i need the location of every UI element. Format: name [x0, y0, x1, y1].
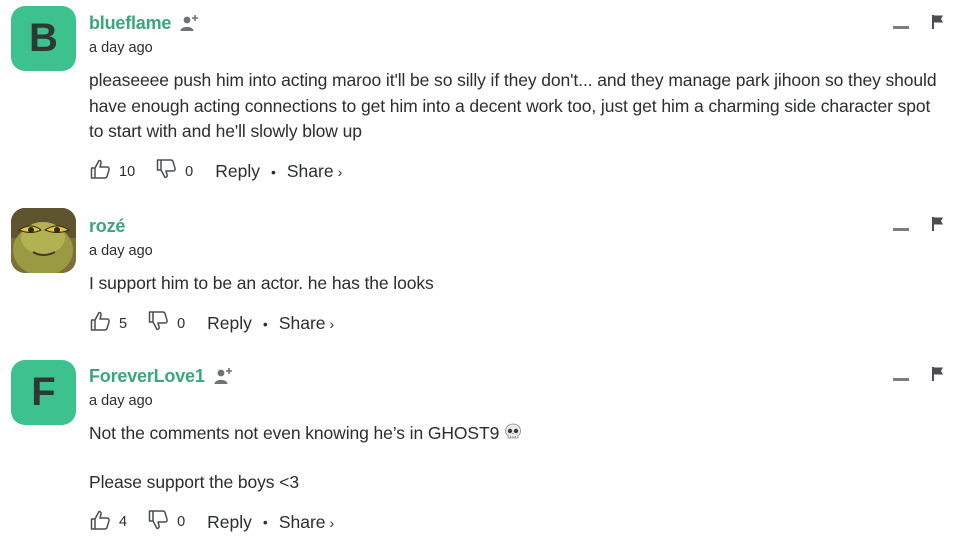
upvote-button[interactable]: 5 [89, 310, 127, 337]
thumbs-down-icon [147, 509, 169, 536]
chevron-right-icon: › [337, 164, 343, 180]
downvote-count: 0 [177, 315, 186, 332]
collapse-button[interactable] [893, 26, 909, 29]
timestamp[interactable]: a day ago [89, 40, 943, 60]
avatar[interactable]: B [11, 6, 76, 71]
reply-button[interactable]: Reply [215, 161, 260, 182]
upvote-button[interactable]: 4 [89, 509, 127, 536]
flag-icon[interactable] [931, 14, 945, 35]
comment: F ForeverLove1 a day ago Not the comment… [0, 350, 963, 537]
share-label: Share [278, 511, 326, 532]
comment-corner-actions [893, 216, 945, 237]
downvote-count: 0 [185, 163, 194, 180]
collapse-button[interactable] [893, 228, 909, 231]
flag-icon[interactable] [931, 216, 945, 237]
comment-body: rozé a day ago I support him to be an ac… [89, 213, 943, 337]
collapse-button[interactable] [893, 378, 909, 381]
downvote-button[interactable]: 0 [155, 158, 193, 185]
chevron-right-icon: › [329, 316, 335, 332]
avatar-letter: B [29, 16, 58, 60]
comment-paragraph: pleaseeee push him into acting maroo it'… [89, 70, 937, 141]
separator-dot: • [262, 315, 268, 332]
add-user-icon[interactable] [213, 365, 235, 387]
add-user-icon[interactable] [179, 12, 201, 34]
comment-paragraph: I support him to be an actor. he has the… [89, 273, 434, 293]
thumbs-up-icon [89, 158, 111, 185]
comment-body: blueflame a day ago pleaseeee push him i… [89, 10, 943, 185]
username[interactable]: blueflame [89, 13, 171, 34]
separator-dot: • [262, 514, 268, 530]
comment: rozé a day ago I support him to be an ac… [0, 200, 963, 350]
comment-text: pleaseeee push him into acting maroo it'… [89, 68, 943, 145]
comment-body: ForeverLove1 a day ago Not the comments … [89, 363, 943, 535]
thumbs-down-icon [147, 310, 169, 337]
avatar-letter: F [31, 370, 56, 414]
share-button[interactable]: Share › [287, 161, 342, 182]
username[interactable]: ForeverLove1 [89, 366, 205, 387]
share-button[interactable]: Share › [279, 512, 334, 533]
upvote-count: 5 [119, 315, 128, 332]
comment-paragraph: Please support the boys <3 [89, 471, 299, 492]
comment-paragraph: Not the comments not even knowing he’s i… [89, 421, 943, 450]
reply-button[interactable]: Reply [207, 313, 252, 334]
thumbs-up-icon [89, 310, 111, 337]
timestamp[interactable]: a day ago [89, 393, 943, 413]
comment-actions: 4 0 Reply • Share › [89, 509, 943, 535]
comment-header: rozé [89, 213, 943, 239]
share-label: Share [286, 161, 334, 181]
comment-header: blueflame [89, 10, 943, 36]
flag-icon[interactable] [931, 366, 945, 387]
share-button[interactable]: Share › [279, 313, 334, 334]
comment-header: ForeverLove1 [89, 363, 943, 389]
upvote-count: 4 [119, 514, 128, 530]
comment-thread: B blueflame a day ago pleaseeee push him… [0, 0, 963, 537]
skull-icon [503, 422, 523, 450]
comment-text: Not the comments not even knowing he’s i… [89, 421, 943, 495]
comment-actions: 5 0 Reply • Share › [89, 311, 943, 337]
comment-corner-actions [893, 366, 945, 387]
avatar[interactable]: F [11, 360, 76, 425]
timestamp[interactable]: a day ago [89, 243, 943, 263]
reply-button[interactable]: Reply [207, 512, 252, 533]
downvote-count: 0 [177, 514, 186, 530]
thumbs-up-icon [89, 509, 111, 536]
separator-dot: • [270, 163, 276, 180]
avatar[interactable] [11, 208, 76, 273]
username[interactable]: rozé [89, 216, 125, 237]
avatar-image [11, 208, 76, 273]
comment-corner-actions [893, 14, 945, 35]
upvote-button[interactable]: 10 [89, 158, 135, 185]
downvote-button[interactable]: 0 [147, 310, 185, 337]
upvote-count: 10 [119, 163, 136, 180]
downvote-button[interactable]: 0 [147, 509, 185, 536]
thumbs-down-icon [155, 158, 177, 185]
comment-paragraph-text: Not the comments not even knowing he’s i… [89, 423, 500, 443]
chevron-right-icon: › [329, 514, 335, 531]
comment-actions: 10 0 Reply • Share › [89, 159, 943, 185]
comment-text: I support him to be an actor. he has the… [89, 271, 943, 297]
share-label: Share [278, 313, 326, 333]
comment: B blueflame a day ago pleaseeee push him… [0, 0, 963, 200]
